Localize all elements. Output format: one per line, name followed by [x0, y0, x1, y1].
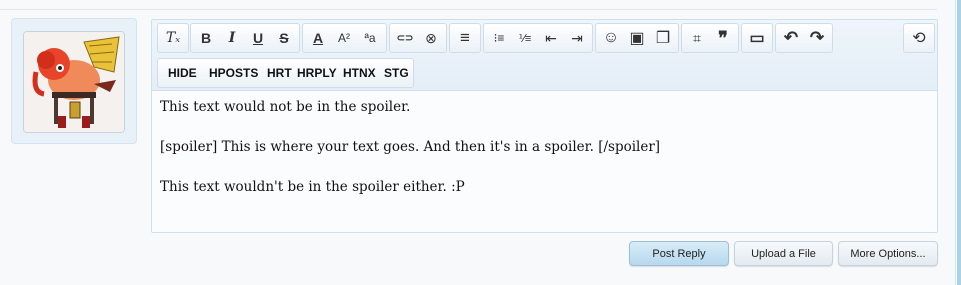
unlink-icon[interactable]: ⊗ — [418, 24, 444, 52]
tag-hide-button[interactable]: HIDE — [168, 59, 197, 87]
avatar[interactable] — [23, 31, 125, 133]
avatar-container — [11, 18, 137, 144]
tag-hposts-button[interactable]: HPOSTS — [209, 59, 258, 87]
font-family-icon[interactable]: ªa — [357, 24, 383, 52]
editor-paragraph: This text wouldn't be in the spoiler eit… — [160, 179, 465, 195]
underline-icon[interactable]: U — [245, 24, 271, 52]
toolbar-group-font: A A² ªa — [302, 23, 387, 53]
strikethrough-icon[interactable]: S — [271, 24, 297, 52]
image-icon[interactable]: ▣ — [624, 24, 650, 52]
toolbar-group-save: ▭ — [741, 23, 773, 53]
italic-icon[interactable]: I — [219, 24, 245, 52]
post-reply-button[interactable]: Post Reply — [629, 241, 729, 266]
toggle-bbcode-icon[interactable]: ⟲ — [906, 24, 932, 52]
outdent-icon[interactable]: ⇤ — [538, 24, 564, 52]
toolbar-group-code: ⌗ ❞ — [681, 23, 739, 53]
smiley-icon[interactable]: ☺ — [598, 24, 624, 52]
quote-icon[interactable]: ❞ — [710, 24, 736, 52]
tag-htnx-button[interactable]: HTNX — [343, 59, 376, 87]
redo-icon[interactable]: ↷ — [804, 24, 830, 52]
toolbar-group-custom-tags: HIDE HPOSTS HRT HRPLY HTNX STG — [157, 58, 414, 88]
page-edge-bar — [957, 0, 961, 285]
tag-hrt-button[interactable]: HRT — [267, 59, 292, 87]
message-editor: Tₓ B I U S A A² ªa ⊂⊃ ⊗ ≡ ⁝≡ ⅟≡ ⇤ ⇥ ☺ ▣ … — [151, 19, 938, 233]
link-icon[interactable]: ⊂⊃ — [392, 24, 418, 52]
indent-icon[interactable]: ⇥ — [564, 24, 590, 52]
align-left-icon[interactable]: ≡ — [452, 24, 478, 52]
separator-line — [0, 9, 937, 10]
clear-format-icon[interactable]: Tₓ — [160, 24, 186, 52]
toolbar-group-links: ⊂⊃ ⊗ — [389, 23, 447, 53]
toolbar-group-align: ≡ — [449, 23, 481, 53]
toolbar-group-history: ↶ ↷ — [775, 23, 833, 53]
more-options-button[interactable]: More Options... — [838, 241, 938, 266]
upload-file-button[interactable]: Upload a File — [734, 241, 833, 266]
editor-toolbar: Tₓ B I U S A A² ªa ⊂⊃ ⊗ ≡ ⁝≡ ⅟≡ ⇤ ⇥ ☺ ▣ … — [152, 20, 937, 91]
avatar-image — [24, 32, 124, 132]
numbered-list-icon[interactable]: ⅟≡ — [512, 24, 538, 52]
media-icon[interactable]: ❐ — [650, 24, 676, 52]
tag-hrply-button[interactable]: HRPLY — [297, 59, 337, 87]
tag-stg-button[interactable]: STG — [384, 59, 409, 87]
bold-icon[interactable]: B — [193, 24, 219, 52]
message-textarea[interactable]: This text would not be in the spoiler. [… — [152, 91, 937, 232]
toolbar-group-format: Tₓ — [157, 23, 189, 53]
editor-paragraph: This text would not be in the spoiler. — [160, 99, 411, 115]
editor-paragraph: [spoiler] This is where your text goes. … — [160, 139, 661, 155]
code-icon[interactable]: ⌗ — [684, 24, 710, 52]
bullet-list-icon[interactable]: ⁝≡ — [486, 24, 512, 52]
text-color-icon[interactable]: A — [305, 24, 331, 52]
toolbar-group-text-style: B I U S — [190, 23, 300, 53]
undo-icon[interactable]: ↶ — [778, 24, 804, 52]
font-size-icon[interactable]: A² — [331, 24, 357, 52]
page-edge-line — [955, 0, 956, 285]
toolbar-group-media: ☺ ▣ ❐ — [595, 23, 679, 53]
toolbar-group-toggle: ⟲ — [903, 23, 935, 53]
save-icon[interactable]: ▭ — [744, 24, 770, 52]
toolbar-group-lists: ⁝≡ ⅟≡ ⇤ ⇥ — [483, 23, 593, 53]
